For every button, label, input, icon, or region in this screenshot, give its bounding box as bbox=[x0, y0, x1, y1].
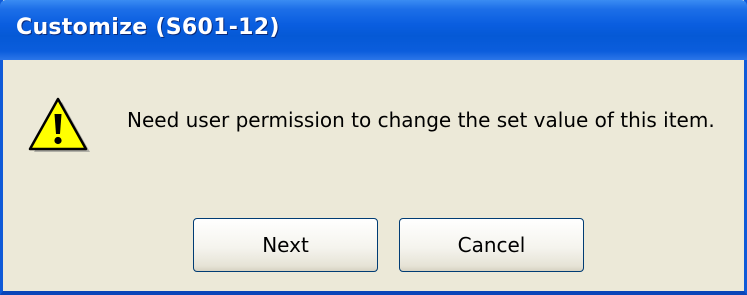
cancel-button-label: Cancel bbox=[457, 233, 526, 257]
customize-dialog: Customize (S601-12) Need user permission… bbox=[0, 0, 747, 295]
cancel-button[interactable]: Cancel bbox=[399, 218, 584, 272]
next-button-label: Next bbox=[262, 233, 309, 257]
dialog-message: Need user permission to change the set v… bbox=[127, 108, 715, 132]
title-bar[interactable]: Customize (S601-12) bbox=[0, 0, 747, 60]
warning-icon bbox=[28, 97, 90, 152]
next-button[interactable]: Next bbox=[193, 218, 378, 272]
window-title: Customize (S601-12) bbox=[16, 15, 280, 40]
